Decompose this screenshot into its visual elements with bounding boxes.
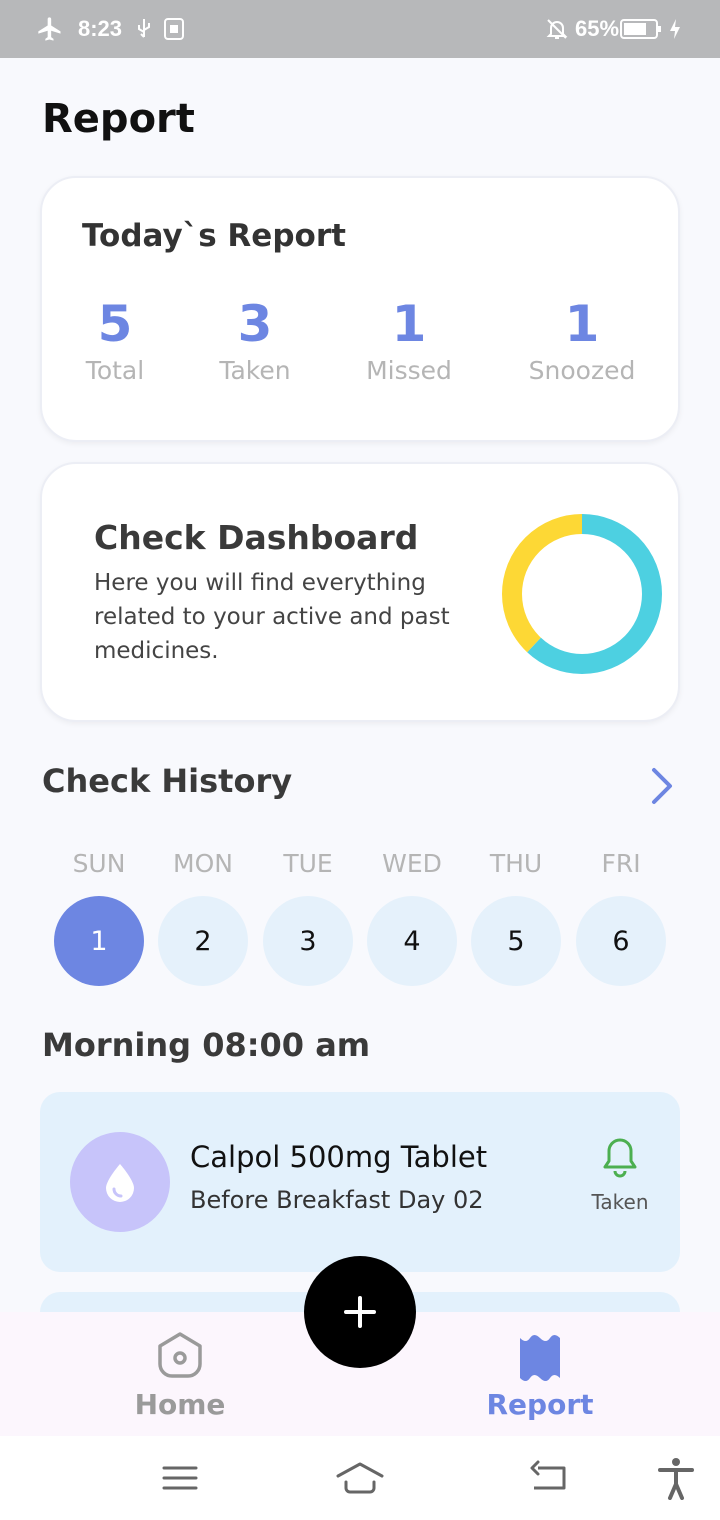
plus-icon [344,1296,376,1328]
day-name: SUN [72,849,126,878]
day-date-button[interactable]: 1 [54,896,144,986]
back-icon[interactable] [526,1456,570,1500]
medicine-card[interactable]: Calpol 500mg Tablet Before Breakfast Day… [40,1092,680,1272]
medicine-name: Calpol 500mg Tablet [190,1140,488,1174]
dashboard-description: Here you will find everything related to… [94,570,450,664]
bell-off-icon [545,0,569,58]
charging-icon [668,0,682,58]
bell-icon[interactable] [600,1136,640,1180]
medicine-status: Taken [591,1190,649,1214]
day-date-button[interactable]: 4 [367,896,457,986]
day-date-button[interactable]: 6 [576,896,666,986]
check-dashboard-card[interactable]: Check Dashboard Here you will find every… [40,462,680,722]
time-slot-title: Morning 08:00 am [42,1026,371,1064]
day-item-tue[interactable]: TUE 3 [263,846,353,986]
medicine-instruction: Before Breakfast Day 02 [190,1186,484,1214]
stat-value: 5 [97,295,133,353]
day-item-thu[interactable]: THU 5 [471,846,561,986]
report-icon [520,1335,560,1381]
day-name: MON [173,849,233,878]
stat-label: Total [85,356,145,385]
dashboard-donut-chart [502,514,662,674]
nav-home[interactable]: Home [100,1330,260,1421]
stat-label: Taken [219,356,291,385]
day-name: WED [382,849,442,878]
accessibility-icon[interactable] [654,1456,698,1500]
day-date-button[interactable]: 2 [158,896,248,986]
day-name: TUE [283,849,333,878]
todays-report-card: Today`s Report 5 Total 3 Taken 1 Missed … [40,176,680,442]
nav-report-label: Report [486,1388,594,1421]
page-title: Report [42,96,195,142]
home-icon [158,1332,202,1378]
photo-icon [163,0,185,58]
battery-percent: 65% [575,16,620,41]
day-item-fri[interactable]: FRI 6 [576,846,666,986]
stat-missed: 1 Missed [339,294,479,385]
status-bar: 8:23 65% [0,0,720,58]
stat-value: 1 [564,295,600,353]
day-date-button[interactable]: 5 [471,896,561,986]
day-item-mon[interactable]: MON 2 [158,846,248,986]
stat-taken: 3 Taken [185,294,325,385]
add-medicine-button[interactable] [304,1256,416,1368]
check-history-title: Check History [42,762,293,800]
stat-total: 5 Total [45,294,185,385]
day-item-sun[interactable]: SUN 1 [54,846,144,986]
drop-icon [70,1132,170,1232]
stat-label: Missed [366,356,452,385]
stat-snoozed: 1 Snoozed [512,294,652,385]
day-date-button[interactable]: 3 [263,896,353,986]
status-time: 8:23 [78,16,123,41]
battery-icon [620,0,662,58]
airplane-icon [36,0,64,58]
chevron-right-icon[interactable] [646,766,678,806]
dashboard-title: Check Dashboard [94,518,419,557]
stat-value: 1 [391,295,427,353]
stat-label: Snoozed [528,356,636,385]
nav-report[interactable]: Report [460,1330,620,1421]
stat-value: 3 [237,295,273,353]
day-name: THU [489,849,543,878]
system-nav-bar [0,1436,720,1520]
todays-report-title: Today`s Report [82,218,346,254]
menu-icon[interactable] [158,1456,202,1500]
day-item-wed[interactable]: WED 4 [367,846,457,986]
home-system-icon[interactable] [336,1456,384,1500]
day-name: FRI [601,849,641,878]
usb-icon [134,0,154,58]
nav-home-label: Home [134,1388,226,1421]
